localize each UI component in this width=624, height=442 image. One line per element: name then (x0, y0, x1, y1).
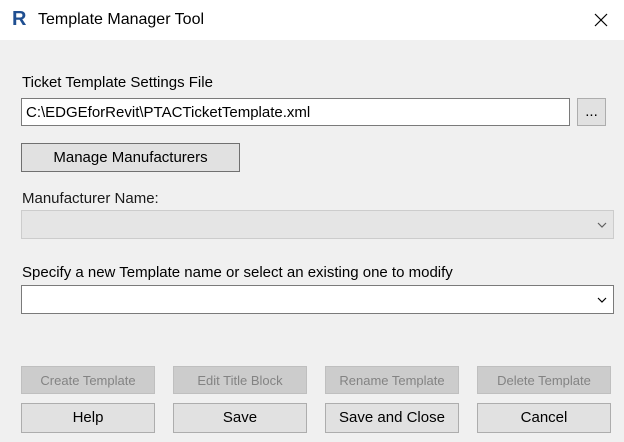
chevron-down-icon (597, 297, 607, 303)
close-button[interactable] (578, 0, 624, 40)
manufacturer-name-label: Manufacturer Name: (22, 190, 159, 207)
settings-file-path-input[interactable] (21, 98, 570, 126)
manage-manufacturers-button[interactable]: Manage Manufacturers (21, 143, 240, 172)
settings-file-label: Ticket Template Settings File (22, 74, 213, 91)
delete-template-button[interactable]: Delete Template (477, 366, 611, 394)
help-button[interactable]: Help (21, 403, 155, 433)
browse-button[interactable]: ... (577, 98, 606, 126)
close-icon (594, 13, 608, 27)
rename-template-button[interactable]: Rename Template (325, 366, 459, 394)
revit-r-icon: R (12, 8, 27, 30)
save-and-close-button[interactable]: Save and Close (325, 403, 459, 433)
window-title: Template Manager Tool (38, 11, 205, 28)
template-name-label: Specify a new Template name or select an… (22, 264, 453, 281)
create-template-button[interactable]: Create Template (21, 366, 155, 394)
title-bar[interactable]: R Template Manager Tool (0, 0, 624, 40)
template-name-combobox[interactable] (21, 285, 614, 314)
template-manager-window: R Template Manager Tool Ticket Template … (0, 0, 624, 442)
save-button[interactable]: Save (173, 403, 307, 433)
manufacturer-name-dropdown[interactable] (21, 210, 614, 239)
chevron-down-icon (597, 222, 607, 228)
edit-title-block-button[interactable]: Edit Title Block (173, 366, 307, 394)
cancel-button[interactable]: Cancel (477, 403, 611, 433)
